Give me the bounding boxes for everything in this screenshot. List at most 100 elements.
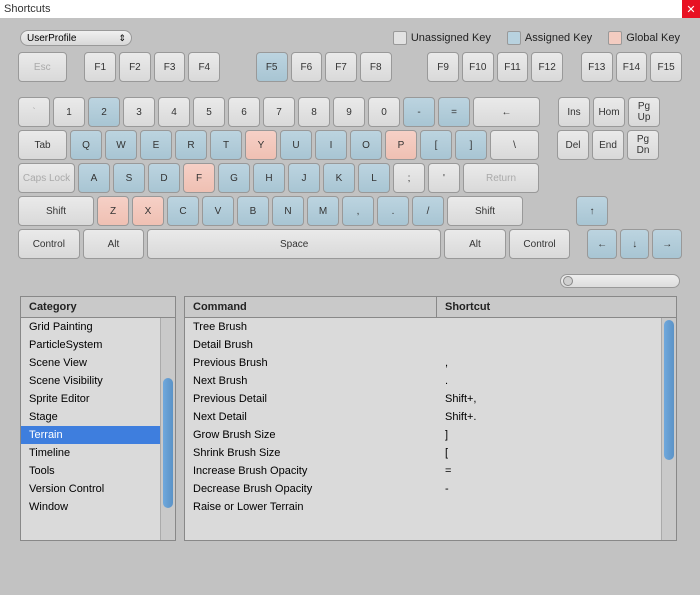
category-item-timeline[interactable]: Timeline	[21, 444, 175, 462]
key-m[interactable]: M	[307, 196, 339, 226]
key-f10[interactable]: F10	[462, 52, 494, 82]
key-f5[interactable]: F5	[256, 52, 288, 82]
key-shift[interactable]: Shift	[447, 196, 523, 226]
key-r[interactable]: R	[175, 130, 207, 160]
key-f2[interactable]: F2	[119, 52, 151, 82]
key--[interactable]: →	[652, 229, 682, 259]
key-hom[interactable]: Hom	[593, 97, 625, 127]
key--[interactable]: ↑	[576, 196, 608, 226]
key--[interactable]: -	[403, 97, 435, 127]
slider-knob[interactable]	[563, 276, 573, 286]
category-item-stage[interactable]: Stage	[21, 408, 175, 426]
key-z[interactable]: Z	[97, 196, 129, 226]
key-k[interactable]: K	[323, 163, 355, 193]
category-item-particlesystem[interactable]: ParticleSystem	[21, 336, 175, 354]
key-i[interactable]: I	[315, 130, 347, 160]
key-g[interactable]: G	[218, 163, 250, 193]
key-5[interactable]: 5	[193, 97, 225, 127]
key-f11[interactable]: F11	[497, 52, 529, 82]
key-f[interactable]: F	[183, 163, 215, 193]
category-item-window[interactable]: Window	[21, 498, 175, 516]
key--[interactable]: ↓	[620, 229, 650, 259]
key-j[interactable]: J	[288, 163, 320, 193]
key-f14[interactable]: F14	[616, 52, 648, 82]
key-f15[interactable]: F15	[650, 52, 682, 82]
command-row[interactable]: Raise or Lower Terrain	[185, 498, 676, 516]
command-row[interactable]: Grow Brush Size]	[185, 426, 676, 444]
key-6[interactable]: 6	[228, 97, 260, 127]
key-tab[interactable]: Tab	[18, 130, 67, 160]
key-f9[interactable]: F9	[427, 52, 459, 82]
category-scrollbar[interactable]	[160, 318, 175, 540]
command-row[interactable]: Decrease Brush Opacity-	[185, 480, 676, 498]
commands-scrollbar[interactable]	[661, 318, 676, 540]
key-control[interactable]: Control	[509, 229, 571, 259]
key-p[interactable]: P	[385, 130, 417, 160]
key--[interactable]: .	[377, 196, 409, 226]
category-item-sprite-editor[interactable]: Sprite Editor	[21, 390, 175, 408]
command-row[interactable]: Previous Brush,	[185, 354, 676, 372]
key-shift[interactable]: Shift	[18, 196, 94, 226]
key-del[interactable]: Del	[557, 130, 589, 160]
key-ins[interactable]: Ins	[558, 97, 590, 127]
category-item-tools[interactable]: Tools	[21, 462, 175, 480]
category-item-terrain[interactable]: Terrain	[21, 426, 175, 444]
command-row[interactable]: Tree Brush	[185, 318, 676, 336]
key--[interactable]: [	[420, 130, 452, 160]
zoom-slider[interactable]	[560, 274, 680, 288]
category-header[interactable]: Category	[21, 297, 175, 317]
key--[interactable]: ←	[473, 97, 540, 127]
key-e[interactable]: E	[140, 130, 172, 160]
key-esc[interactable]: Esc	[18, 52, 67, 82]
key-y[interactable]: Y	[245, 130, 277, 160]
key--[interactable]: ,	[342, 196, 374, 226]
command-row[interactable]: Next Brush.	[185, 372, 676, 390]
key-f1[interactable]: F1	[84, 52, 116, 82]
command-row[interactable]: Next DetailShift+.	[185, 408, 676, 426]
key-return[interactable]: Return	[463, 163, 539, 193]
key-s[interactable]: S	[113, 163, 145, 193]
key-f3[interactable]: F3	[154, 52, 186, 82]
key-n[interactable]: N	[272, 196, 304, 226]
key-space[interactable]: Space	[147, 229, 441, 259]
key--[interactable]: `	[18, 97, 50, 127]
profile-dropdown[interactable]: UserProfile	[20, 30, 132, 46]
command-row[interactable]: Shrink Brush Size[	[185, 444, 676, 462]
key-a[interactable]: A	[78, 163, 110, 193]
key-9[interactable]: 9	[333, 97, 365, 127]
key--[interactable]: '	[428, 163, 460, 193]
key--[interactable]: ]	[455, 130, 487, 160]
key-f8[interactable]: F8	[360, 52, 392, 82]
command-row[interactable]: Increase Brush Opacity=	[185, 462, 676, 480]
key--[interactable]: ;	[393, 163, 425, 193]
key-t[interactable]: T	[210, 130, 242, 160]
key-0[interactable]: 0	[368, 97, 400, 127]
key-end[interactable]: End	[592, 130, 624, 160]
key-c[interactable]: C	[167, 196, 199, 226]
category-item-scene-view[interactable]: Scene View	[21, 354, 175, 372]
key-alt[interactable]: Alt	[83, 229, 145, 259]
key-1[interactable]: 1	[53, 97, 85, 127]
category-item-grid-painting[interactable]: Grid Painting	[21, 318, 175, 336]
key-b[interactable]: B	[237, 196, 269, 226]
key-pg-up[interactable]: Pg Up	[628, 97, 660, 127]
category-item-scene-visibility[interactable]: Scene Visibility	[21, 372, 175, 390]
key-u[interactable]: U	[280, 130, 312, 160]
key-h[interactable]: H	[253, 163, 285, 193]
shortcut-header[interactable]: Shortcut	[437, 297, 676, 317]
key-w[interactable]: W	[105, 130, 137, 160]
key-f6[interactable]: F6	[291, 52, 323, 82]
command-header[interactable]: Command	[185, 297, 437, 317]
key-2[interactable]: 2	[88, 97, 120, 127]
key-x[interactable]: X	[132, 196, 164, 226]
command-row[interactable]: Detail Brush	[185, 336, 676, 354]
key-4[interactable]: 4	[158, 97, 190, 127]
key-f7[interactable]: F7	[325, 52, 357, 82]
key-control[interactable]: Control	[18, 229, 80, 259]
key-pg-dn[interactable]: Pg Dn	[627, 130, 659, 160]
key-caps-lock[interactable]: Caps Lock	[18, 163, 75, 193]
key-l[interactable]: L	[358, 163, 390, 193]
key-alt[interactable]: Alt	[444, 229, 506, 259]
key-8[interactable]: 8	[298, 97, 330, 127]
key-f4[interactable]: F4	[188, 52, 220, 82]
